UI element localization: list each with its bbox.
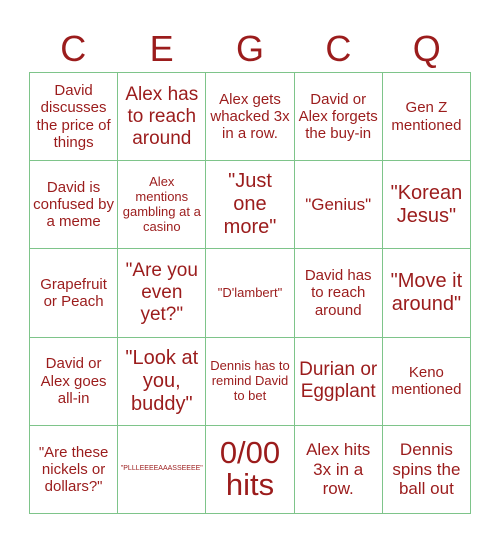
header-letter: Q	[412, 28, 441, 69]
bingo-cell-text: David or Alex forgets the buy-in	[298, 90, 378, 143]
bingo-header: C E G C Q	[29, 26, 471, 72]
bingo-cell-text: David has to reach around	[304, 267, 372, 319]
header-letter: G	[235, 28, 264, 69]
bingo-cell[interactable]: Gen Z mentioned	[382, 73, 471, 162]
bingo-cell-text: "Look at you, buddy"	[125, 346, 199, 415]
bingo-cell[interactable]: "Are these nickels or dollars?"	[30, 425, 119, 514]
bingo-cell-text: David discusses the price of things	[36, 82, 111, 151]
bingo-cell[interactable]: "PLLLEEEEAAASSEEEE"	[118, 425, 207, 514]
bingo-cell[interactable]: Alex mentions gambling at a casino	[118, 161, 207, 250]
bingo-cell[interactable]: "Look at you, buddy"	[118, 337, 207, 426]
bingo-cell[interactable]: "Korean Jesus"	[382, 161, 471, 250]
bingo-cell-text: Grapefruit or Peach	[40, 275, 107, 310]
bingo-cell[interactable]: "Genius"	[294, 161, 383, 250]
bingo-cell-text: "Korean Jesus"	[390, 181, 463, 227]
bingo-cell[interactable]: "D'lambert"	[206, 249, 295, 338]
bingo-cell-text: "Genius"	[305, 195, 372, 215]
bingo-cell[interactable]: "Just one more"	[206, 161, 295, 250]
bingo-cell[interactable]: Durian or Eggplant	[294, 337, 383, 426]
bingo-cell[interactable]: Alex gets whacked 3x in a row.	[206, 73, 295, 162]
bingo-cell-text: Alex gets whacked 3x in a row.	[210, 90, 290, 143]
bingo-cell[interactable]: Alex has to reach around	[118, 73, 207, 162]
bingo-cell[interactable]: Grapefruit or Peach	[30, 249, 119, 338]
header-letter: C	[325, 28, 352, 69]
bingo-cell[interactable]: David or Alex forgets the buy-in	[294, 73, 383, 162]
bingo-cell-text: Durian or Eggplant	[299, 359, 378, 403]
bingo-cell[interactable]: Dennis spins the ball out	[382, 425, 471, 514]
bingo-cell-text: "D'lambert"	[217, 284, 283, 300]
bingo-cell-text: "Just one more"	[223, 170, 277, 239]
bingo-cell-text: Dennis spins the ball out	[392, 440, 461, 499]
bingo-cell-text: Alex hits 3x in a row.	[306, 440, 371, 499]
bingo-cell[interactable]: 0/00 hits	[206, 425, 295, 514]
bingo-cell[interactable]: Keno mentioned	[382, 337, 471, 426]
bingo-cell[interactable]: David has to reach around	[294, 249, 383, 338]
bingo-cell-text: Keno mentioned	[391, 363, 462, 399]
bingo-cell-text: David or Alex goes all-in	[40, 355, 107, 407]
bingo-cell-text: Dennis has to remind David to bet	[210, 357, 290, 403]
bingo-cell[interactable]: David or Alex goes all-in	[30, 337, 119, 426]
bingo-cell[interactable]: "Move it around"	[382, 249, 471, 338]
bingo-cell-text: Alex mentions gambling at a casino	[122, 173, 201, 234]
bingo-cell-text: "Move it around"	[390, 269, 463, 315]
bingo-cell-text: "Are these nickels or dollars?"	[38, 443, 109, 496]
bingo-cell-text: 0/00 hits	[219, 434, 281, 503]
header-letter: C	[60, 28, 87, 69]
bingo-cell-text: "Are you even yet?"	[125, 260, 198, 325]
bingo-cell-text: David is confused by a meme	[33, 178, 115, 231]
header-letter: E	[149, 28, 174, 69]
bingo-cell[interactable]: Dennis has to remind David to bet	[206, 337, 295, 426]
bingo-cell-text: "PLLLEEEEAAASSEEEE"	[120, 465, 203, 473]
bingo-cell[interactable]: Alex hits 3x in a row.	[294, 425, 383, 514]
bingo-cell-text: Alex has to reach around	[125, 83, 199, 149]
bingo-cell[interactable]: David is confused by a meme	[30, 161, 119, 250]
bingo-cell-text: Gen Z mentioned	[391, 99, 462, 134]
bingo-board: David discusses the price of things Alex …	[29, 72, 471, 514]
bingo-cell[interactable]: David discusses the price of things	[30, 73, 119, 162]
bingo-cell[interactable]: "Are you even yet?"	[118, 249, 207, 338]
